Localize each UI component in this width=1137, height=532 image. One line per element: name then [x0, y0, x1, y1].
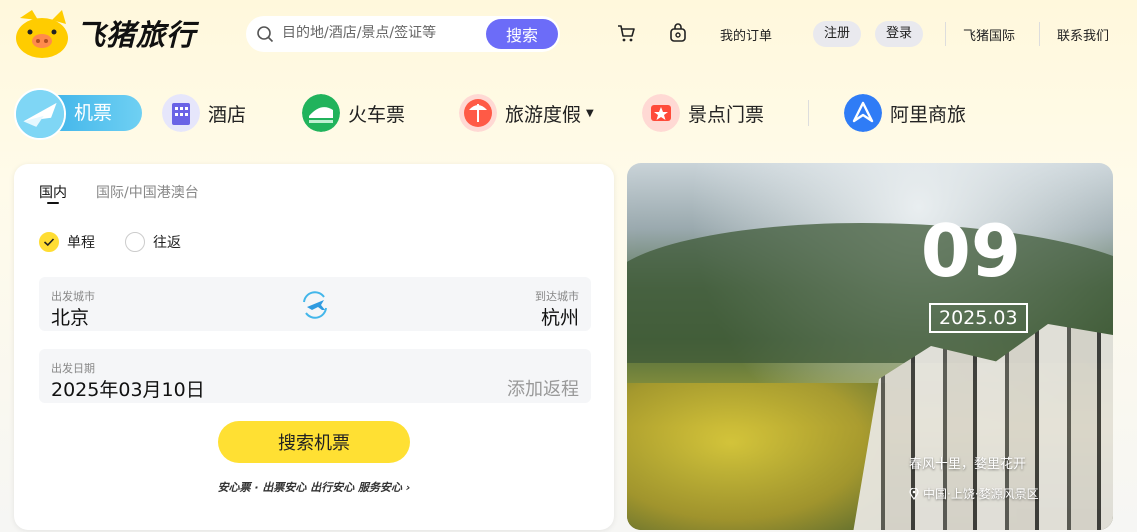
hotel-icon [162, 94, 200, 132]
register-button[interactable]: 注册 [813, 21, 862, 47]
search-icon [257, 26, 274, 43]
search-bar: 搜索 [246, 16, 560, 52]
assurance-link[interactable]: 安心票 · 出票安心 出行安心 服务安心 › [14, 479, 614, 495]
nav-item-hotel[interactable]: 酒店 [162, 94, 246, 132]
promo-banner[interactable]: 09 2025.03 春风十里，婺里花开 中国·上饶·婺源风景区 [627, 163, 1113, 530]
radio-icon [125, 232, 145, 252]
nav-label-train: 火车票 [348, 103, 406, 126]
my-orders-link[interactable]: 我的订单 [720, 25, 772, 44]
search-button[interactable]: 搜索 [486, 19, 558, 49]
promo-month: 2025.03 [929, 303, 1028, 333]
tab-domestic[interactable]: 国内 [39, 182, 67, 202]
search-input[interactable] [282, 25, 482, 41]
feizhu-international-link[interactable]: 飞猪国际 [963, 25, 1015, 44]
bag-icon[interactable] [668, 23, 688, 43]
ticket-icon [642, 94, 680, 132]
nav-label-business-travel: 阿里商旅 [890, 103, 967, 126]
header-divider [1039, 22, 1040, 46]
airplane-icon [14, 88, 66, 140]
nav-item-business-travel[interactable]: 阿里商旅 [844, 94, 966, 132]
trip-type-label: 单程 [67, 235, 95, 251]
nav-label-hotel: 酒店 [208, 103, 247, 126]
to-city-input[interactable]: 杭州 [541, 303, 579, 330]
nav-item-attraction-tickets[interactable]: 景点门票 [642, 94, 764, 132]
business-travel-icon [844, 94, 882, 132]
promo-caption: 春风十里，婺里花开 [909, 457, 1027, 472]
depart-date-input[interactable]: 2025年03月10日 [51, 375, 205, 402]
chevron-down-icon: ▼ [586, 107, 594, 119]
trip-type-one-way[interactable]: 单程 [39, 232, 95, 252]
from-city-label: 出发城市 [51, 290, 95, 303]
check-icon [39, 232, 59, 252]
trip-type-label: 往返 [153, 235, 181, 251]
nav-label-flight: 机票 [54, 95, 142, 131]
promo-location-text: 中国·上饶·婺源风景区 [923, 487, 1039, 501]
header-divider [945, 22, 946, 46]
flight-booking-card: 国内 国际/中国港澳台 单程 往返 出发城市 北京 到达城市 杭州 出发日期 2… [14, 164, 614, 530]
location-pin-icon [909, 487, 919, 500]
feizhu-logo-icon[interactable] [12, 8, 72, 60]
vacation-icon [459, 94, 497, 132]
tab-international[interactable]: 国际/中国港澳台 [96, 182, 199, 202]
nav-item-train[interactable]: 火车票 [302, 94, 405, 132]
brand-name[interactable]: 飞猪旅行 [76, 12, 196, 54]
login-button[interactable]: 登录 [875, 21, 924, 47]
search-flights-button[interactable]: 搜索机票 [218, 421, 410, 463]
depart-date-label: 出发日期 [51, 362, 95, 375]
nav-label-vacation: 旅游度假 [505, 103, 582, 126]
city-selector: 出发城市 北京 到达城市 杭州 [39, 277, 591, 331]
tab-active-indicator [47, 202, 59, 204]
trip-type-round-trip[interactable]: 往返 [125, 232, 181, 252]
swap-cities-icon[interactable] [298, 288, 332, 322]
to-city-label: 到达城市 [535, 290, 579, 303]
nav-label-attraction-tickets: 景点门票 [688, 103, 765, 126]
promo-location: 中国·上饶·婺源风景区 [909, 485, 1039, 502]
nav-item-vacation[interactable]: 旅游度假 ▼ [459, 94, 594, 132]
add-return-date[interactable]: 添加返程 [507, 375, 579, 401]
promo-day: 09 [920, 209, 1021, 293]
train-icon [302, 94, 340, 132]
nav-divider [808, 100, 809, 126]
from-city-input[interactable]: 北京 [51, 303, 89, 330]
cart-icon[interactable] [616, 23, 636, 43]
contact-us-link[interactable]: 联系我们 [1057, 25, 1109, 44]
date-selector: 出发日期 2025年03月10日 添加返程 [39, 349, 591, 403]
